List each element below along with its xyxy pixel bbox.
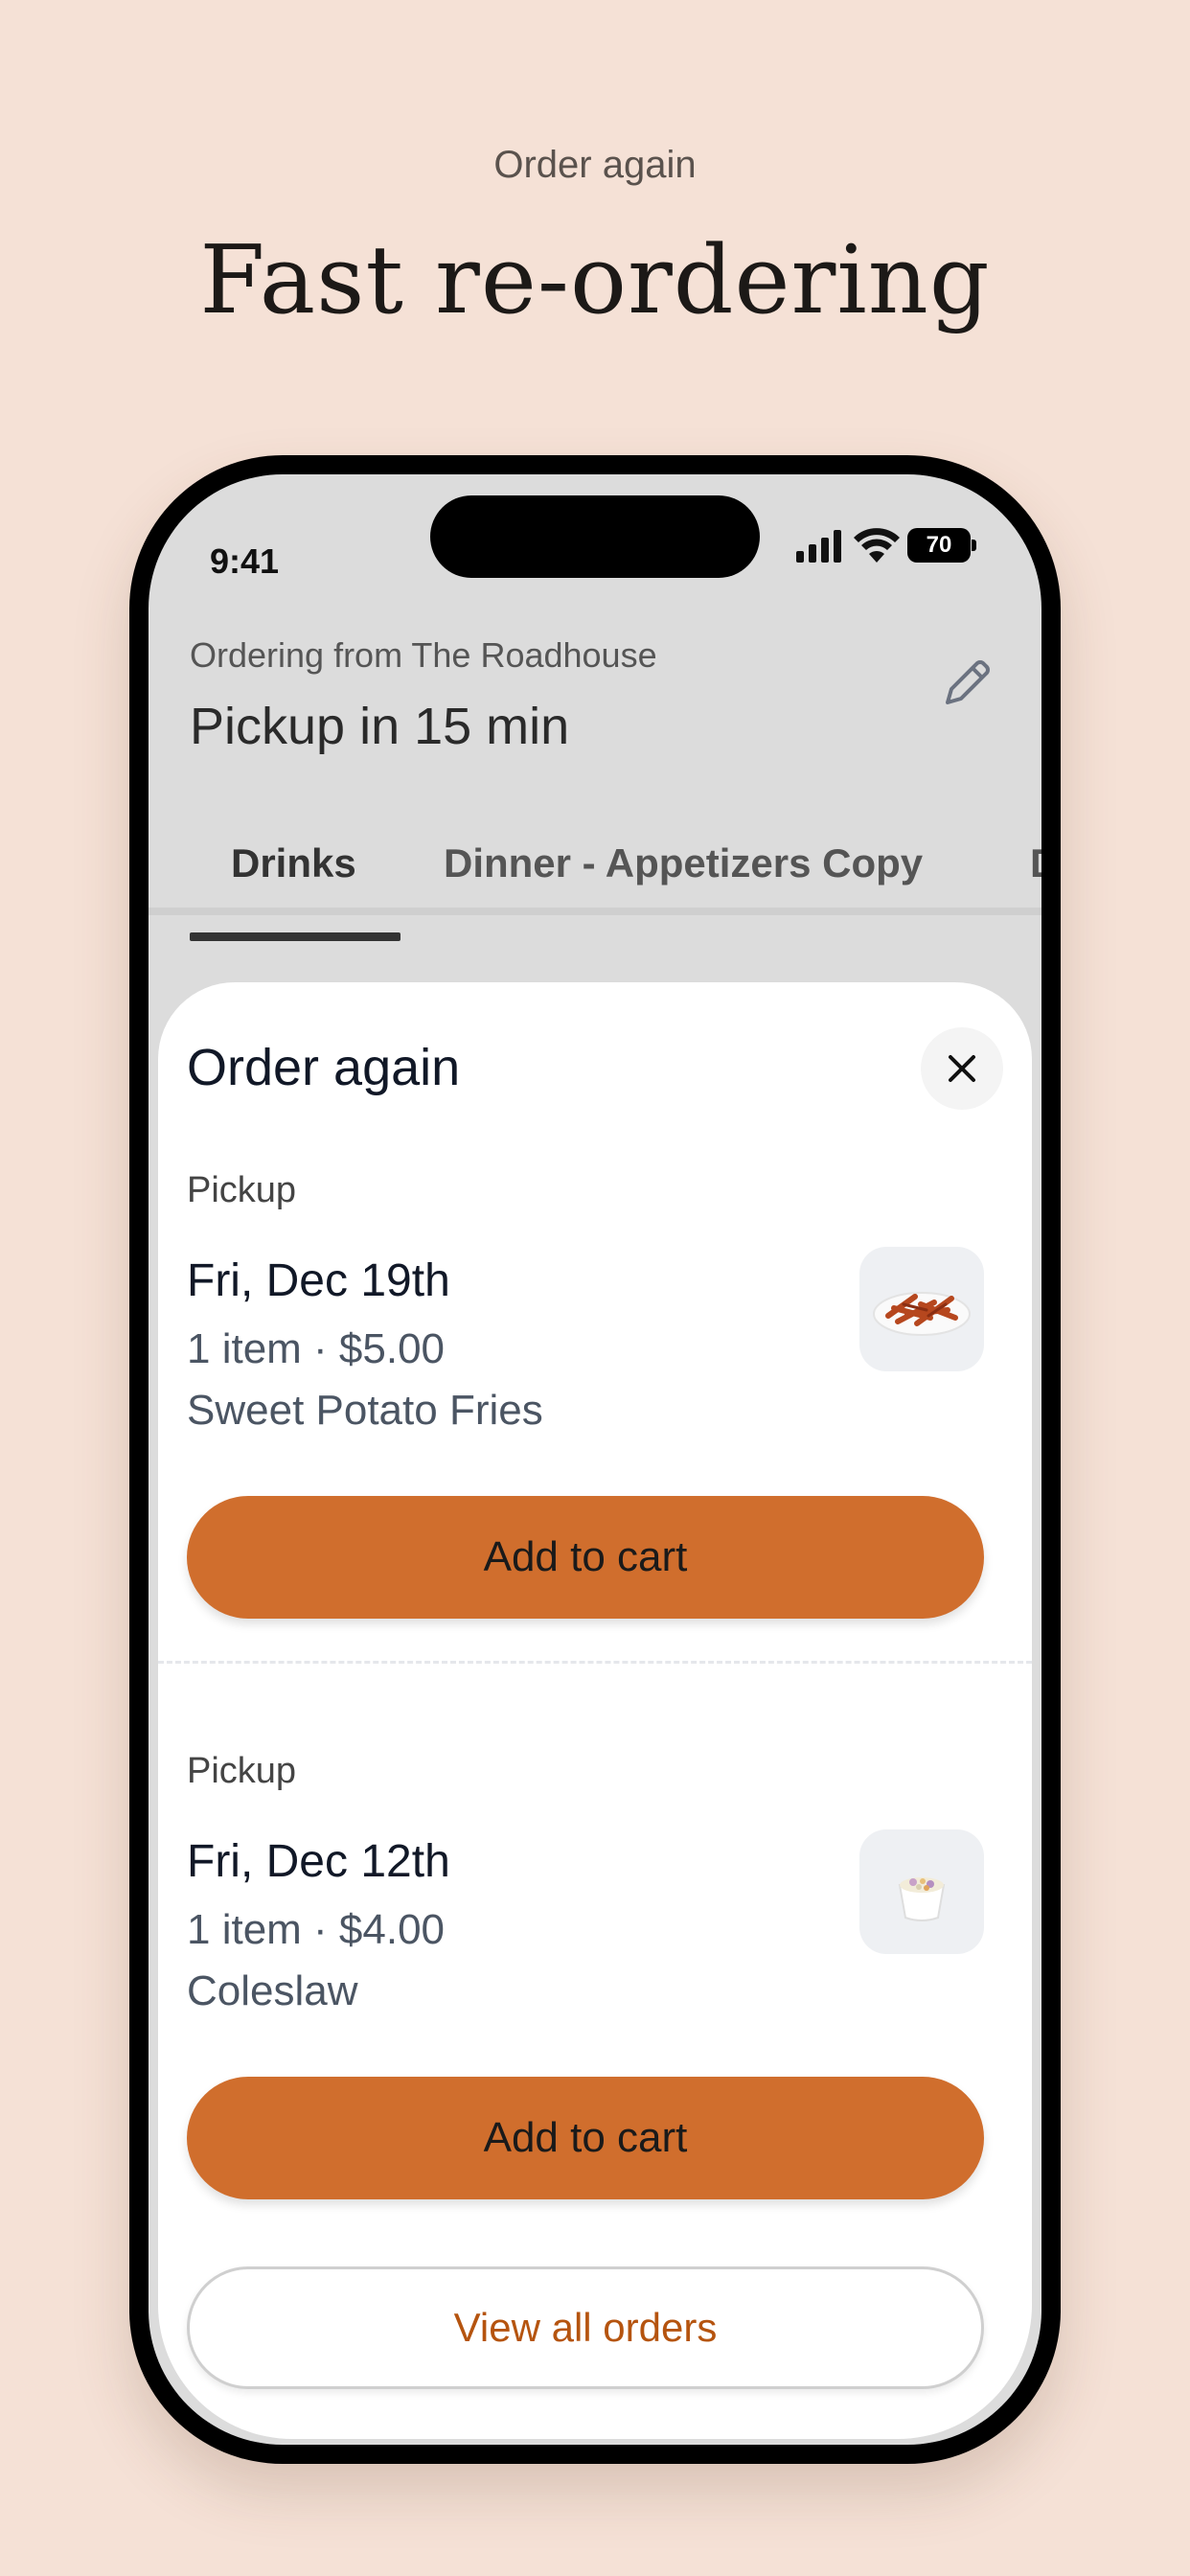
tab-drinks[interactable]: Drinks xyxy=(231,840,356,886)
wifi-icon xyxy=(854,528,900,563)
order-thumbnail-image xyxy=(859,1247,984,1371)
active-tab-indicator xyxy=(190,932,400,941)
sheet-title: Order again xyxy=(187,1039,461,1096)
status-bar: 9:41 70 xyxy=(149,474,1041,589)
category-tabs: Drinks Dinner - Appetizers Copy D xyxy=(149,819,1041,915)
order-divider xyxy=(158,1661,1032,1664)
pencil-edit-icon[interactable] xyxy=(938,653,997,712)
add-to-cart-button[interactable]: Add to cart xyxy=(187,1496,984,1619)
status-time: 9:41 xyxy=(210,541,280,581)
order-thumbnail-image xyxy=(859,1829,984,1954)
marketing-eyebrow: Order again xyxy=(493,144,697,186)
coleslaw-image xyxy=(898,1877,946,1921)
order-again-sheet: Order again Pickup Fri, Dec 19th 1 item … xyxy=(158,982,1032,2439)
dynamic-island xyxy=(430,495,760,578)
battery-level: 70 xyxy=(907,528,971,563)
order-summary: 1 item · $5.00 xyxy=(187,1325,446,1372)
order-date: Fri, Dec 12th xyxy=(187,1836,450,1887)
phone-screen: 9:41 70 Ordering from The Roadhouse Pick… xyxy=(149,474,1041,2445)
sweet-potato-fries-image xyxy=(873,1292,971,1336)
order-items: Sweet Potato Fries xyxy=(187,1387,543,1434)
close-icon xyxy=(949,1055,975,1082)
tab-dinner-appetizers-copy[interactable]: Dinner - Appetizers Copy xyxy=(444,840,923,886)
marketing-headline: Fast re-ordering xyxy=(199,226,991,335)
battery-icon: 70 xyxy=(907,528,976,563)
order-date: Fri, Dec 19th xyxy=(187,1255,450,1306)
phone-frame: 9:41 70 Ordering from The Roadhouse Pick… xyxy=(129,455,1061,2464)
add-to-cart-button[interactable]: Add to cart xyxy=(187,2077,984,2199)
pickup-time: Pickup in 15 min xyxy=(190,698,570,755)
close-button[interactable] xyxy=(921,1027,1003,1110)
order-items: Coleslaw xyxy=(187,1967,358,2014)
order-type: Pickup xyxy=(187,1751,297,1791)
cellular-signal-icon xyxy=(796,530,841,563)
order-summary: 1 item · $4.00 xyxy=(187,1906,446,1953)
view-all-orders-button[interactable]: View all orders xyxy=(187,2266,984,2389)
ordering-from-label: Ordering from The Roadhouse xyxy=(190,635,657,675)
order-type: Pickup xyxy=(187,1170,297,1210)
tab-more[interactable]: D xyxy=(1030,840,1041,886)
